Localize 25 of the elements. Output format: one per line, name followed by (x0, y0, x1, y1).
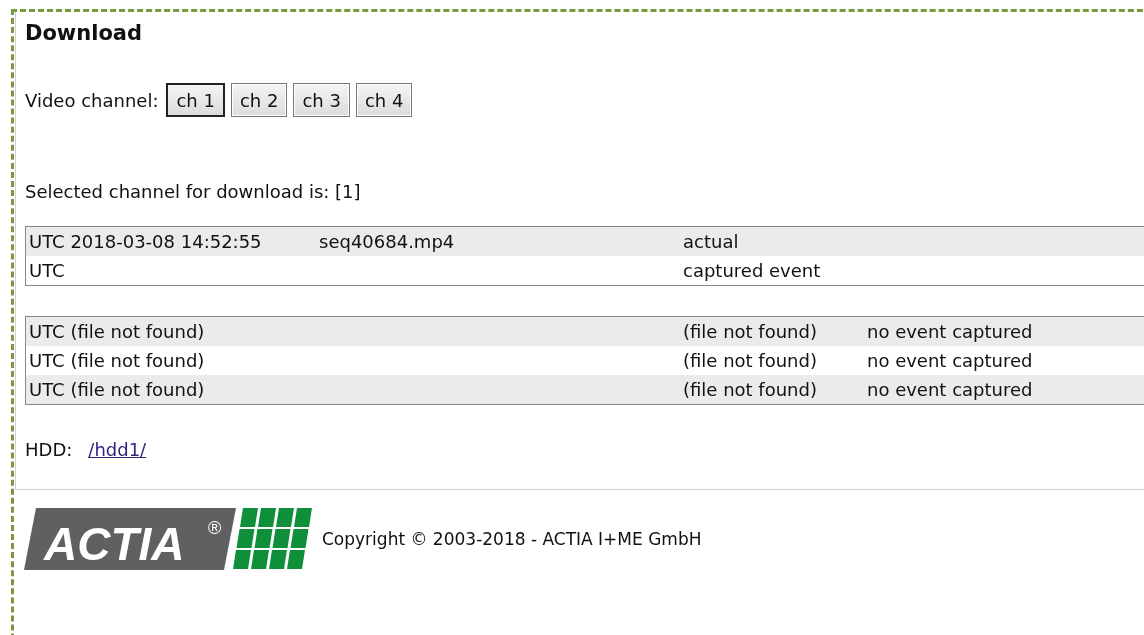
table-cell-text: captured event (683, 260, 822, 281)
hdd-link[interactable]: /hdd1/ (88, 439, 147, 460)
table-cell-text: UTC (file not found) (29, 350, 206, 371)
table-cell-text: seq40684.mp4 (319, 231, 456, 252)
table-cell-text: UTC (file not found) (29, 321, 206, 342)
channel-button[interactable]: ch 1 (166, 83, 225, 117)
table-cell-text: (file not found) (683, 321, 818, 342)
channel-label: Video channel: (25, 89, 159, 111)
copyright-text: Copyright © 2003-2018 - ACTIA I+ME GmbH (322, 529, 702, 549)
table-cell-text: actual (683, 231, 740, 252)
table-cell-text: UTC (file not found) (29, 379, 206, 400)
table-cell-text: no event captured (867, 321, 1034, 342)
table-cell-text: UTC 2018-03-08 14:52:55 (29, 231, 263, 252)
table-cell-text: no event captured (867, 379, 1034, 400)
selection-note: Selected channel for download is: [1] (25, 181, 362, 202)
table-cell-text: UTC (29, 260, 66, 281)
table-cell-text: no event captured (867, 350, 1034, 371)
channel-button[interactable]: ch 3 (293, 83, 350, 117)
hdd-label: HDD: (25, 439, 73, 460)
table-cell-text: (file not found) (683, 379, 818, 400)
channel-button[interactable]: ch 4 (355, 83, 413, 117)
channel-button[interactable]: ch 2 (230, 83, 288, 117)
table-cell-text: (file not found) (683, 350, 818, 371)
company-logo: ACTIA ® (24, 508, 314, 570)
page-heading: Download (25, 21, 144, 45)
